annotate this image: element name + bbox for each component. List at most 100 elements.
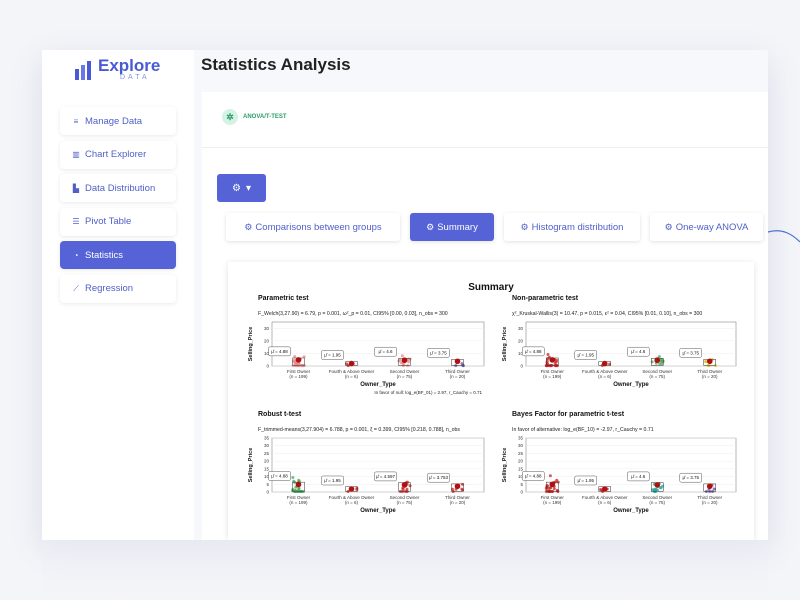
tab-label: Summary [437, 221, 478, 233]
data-point [291, 364, 295, 368]
sidebar-item-regression[interactable]: ⟋ Regression [60, 274, 176, 303]
x-tick-n-label: (n = 6) [598, 374, 612, 379]
data-point [401, 487, 405, 491]
tab-one-way-anova[interactable]: ⚙ One-way ANOVA [650, 213, 763, 241]
sidebar-item-statistics[interactable]: ◔ Statistics [60, 241, 176, 269]
y-tick-label: 30 [518, 443, 524, 448]
sidebar-item-manage-data[interactable]: ≡ Manage Data [60, 107, 176, 135]
list-icon: ☰ [72, 217, 80, 226]
mean-label: μ̂ = 4.88 [525, 349, 542, 354]
x-tick-n-label: (n = 75) [649, 374, 665, 379]
sidebar-item-data-distribution[interactable]: ▙ Data Distribution [60, 174, 176, 202]
mean-point [454, 358, 461, 365]
panel-stat-text: χ²_Kruskal-Wallis(3) = 10.47, p = 0.015,… [512, 311, 702, 317]
x-tick-n-label: (n = 20) [450, 374, 466, 379]
mean-label: μ̂ = 1.95 [324, 478, 341, 483]
data-point [706, 364, 710, 368]
data-point [293, 354, 297, 358]
tab-summary[interactable]: ⚙ Summary [410, 213, 494, 241]
sidebar-item-label: Chart Explorer [85, 149, 147, 160]
sidebar: Explore DATA ≡ Manage Data ▥ Chart Explorer… [42, 50, 194, 540]
panel-stat-text: In favor of alternative: log_e(BF_10) = … [512, 427, 654, 433]
sidebar-item-label: Statistics [85, 249, 124, 261]
data-point [397, 359, 401, 363]
x-tick-n-label: (n = 6) [598, 500, 612, 505]
mean-point [295, 357, 302, 363]
mean-label: μ̂ = 4.88 [271, 473, 288, 478]
mean-point [401, 482, 408, 488]
mean-point [706, 483, 713, 490]
data-point [545, 484, 549, 488]
data-point [405, 487, 409, 491]
x-axis-label: Owner_Type [360, 508, 396, 514]
y-axis-label: Selling_Price [248, 448, 254, 483]
x-tick-n-label: (n = 6) [345, 500, 359, 505]
data-point [291, 475, 295, 479]
sidebar-item-pivot-table[interactable]: ☰ Pivot Table [60, 207, 176, 236]
data-point [297, 486, 301, 490]
sidebar-item-label: Data Distribution [85, 182, 156, 194]
y-tick-label: 15 [264, 466, 270, 471]
data-point [355, 488, 359, 492]
tab-histogram-distribution[interactable]: ⚙ Histogram distribution [504, 213, 640, 241]
data-point [552, 487, 556, 491]
data-point [454, 364, 458, 368]
sidebar-item-label: Manage Data [85, 115, 143, 127]
y-tick-label: 20 [264, 338, 270, 343]
y-tick-label: 35 [518, 436, 524, 441]
mean-point [549, 357, 556, 363]
summary-plots: Parametric test F_Welch(3,27.90) = 6.79, … [248, 295, 737, 514]
y-tick-label: 5 [266, 482, 269, 487]
mean-point [654, 357, 661, 364]
anova-tag[interactable]: ✲ ANOVA/T-TEST [222, 109, 287, 125]
settings-dropdown-button[interactable]: ⚙ ▾ [217, 174, 266, 202]
mean-label: μ̂ = 4.88 [525, 473, 542, 478]
x-tick-n-label: (n = 6) [345, 374, 359, 379]
mean-point [401, 357, 408, 364]
y-axis-label: Selling_Price [502, 327, 508, 362]
data-point [710, 490, 714, 494]
y-tick-label: 0 [266, 364, 269, 369]
data-point [556, 489, 560, 493]
logo: Explore DATA [74, 56, 161, 81]
reflection [42, 540, 768, 600]
y-tick-label: 0 [266, 490, 269, 495]
x-tick-n-label: (n = 199) [543, 374, 562, 379]
database-icon: ≡ [73, 116, 79, 126]
x-tick-n-label: (n = 75) [649, 500, 665, 505]
data-point [400, 354, 404, 358]
mean-point [601, 360, 608, 367]
data-point [401, 364, 405, 368]
mean-point [348, 360, 355, 367]
panel-title: Bayes Factor for parametric t-test [512, 411, 625, 418]
mean-label: μ̂ = 3.75 [683, 475, 700, 480]
tab-comparisons-between-groups[interactable]: ⚙ Comparisons between groups [226, 213, 400, 241]
data-point [553, 361, 557, 365]
sidebar-item-chart-explorer[interactable]: ▥ Chart Explorer [60, 140, 176, 169]
data-point [548, 474, 552, 478]
y-tick-label: 20 [264, 459, 270, 464]
x-tick-n-label: (n = 199) [289, 500, 308, 505]
mean-point [601, 486, 608, 492]
mean-label: μ̂ = 1.95 [324, 353, 341, 358]
mean-point [454, 483, 461, 490]
area-chart-icon: ▙ [72, 183, 80, 193]
y-tick-label: 0 [520, 490, 523, 495]
mean-label: μ̂ = 4.6 [379, 349, 393, 354]
y-tick-label: 30 [264, 443, 270, 448]
gear-icon: ⚙ [232, 182, 241, 194]
logo-title: Explore [98, 56, 161, 75]
mean-label: μ̂ = 4.88 [271, 349, 288, 354]
pie-chart-icon: ◔ [73, 250, 79, 260]
x-tick-n-label: (n = 20) [702, 500, 718, 505]
x-tick-n-label: (n = 75) [397, 374, 413, 379]
panel-title: Robust t-test [258, 411, 302, 418]
line-chart-icon: ⟋ [73, 283, 79, 293]
sidebar-nav: ≡ Manage Data ▥ Chart Explorer ▙ Data Distrib… [60, 107, 176, 308]
y-tick-label: 0 [520, 364, 523, 369]
mean-label: μ̂ = 4.597 [376, 474, 395, 479]
x-axis-label: Owner_Type [613, 382, 649, 388]
logo-subtitle: DATA [120, 74, 150, 81]
data-point [460, 487, 464, 491]
y-tick-label: 25 [264, 451, 270, 456]
